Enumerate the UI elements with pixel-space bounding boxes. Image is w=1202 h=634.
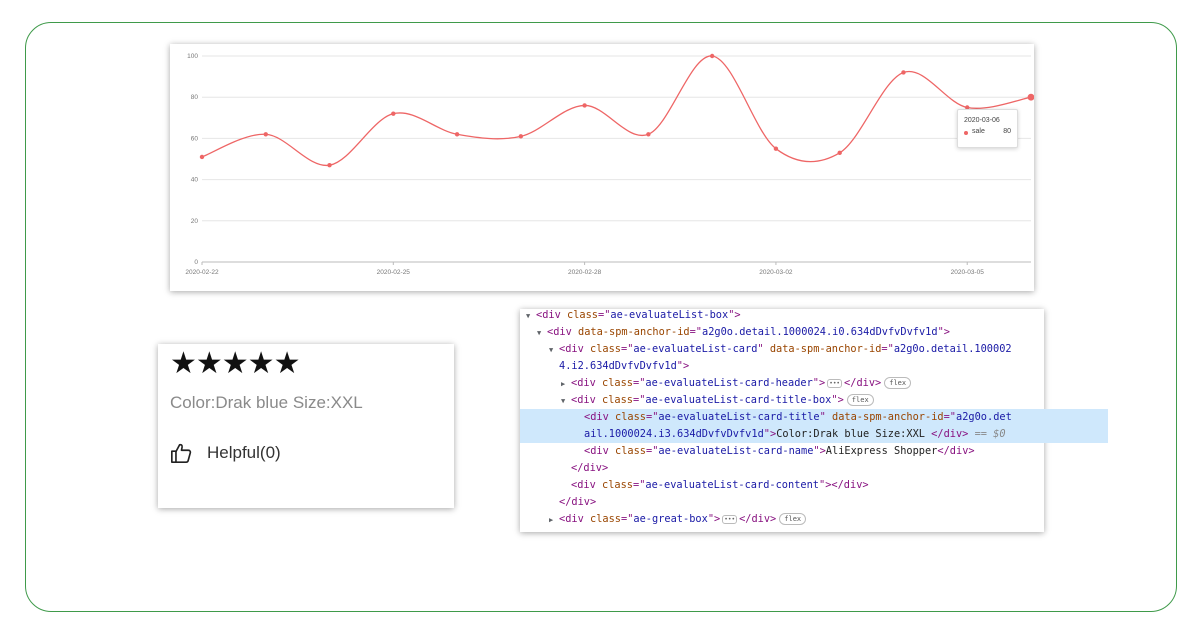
dom-node-close-title-box[interactable]: </div> [520, 460, 1095, 477]
chart-canvas: 0 20 40 60 80 100 2020-02-22 2020-02-25 2020-02-… [185, 53, 1034, 276]
y-tick-label: 60 [191, 135, 199, 142]
chart-tooltip: 2020-03-06 sale 80 [957, 109, 1018, 148]
sale-data-point [199, 154, 205, 160]
dom-node-close-card[interactable]: </div> [520, 494, 1083, 511]
devtools-elements-panel: ▼ <div class="ae-evaluateList-box"> ▼ <div… [520, 309, 1108, 532]
x-tick-label: 2020-02-22 [185, 269, 219, 276]
tooltip-series-dot [964, 131, 968, 135]
review-card: ★★★★★ Color:Drak blue Size:XXL Helpful(0… [158, 344, 454, 508]
dom-node-card-title-selected[interactable]: <div class="ae-evaluateList-card-title" … [520, 409, 1108, 426]
dom-node-card-name[interactable]: <div class="ae-evaluateList-card-name">A… [520, 443, 1108, 460]
y-tick-label: 80 [191, 94, 199, 101]
tooltip-value: 80 [1003, 128, 1011, 135]
sale-data-point [263, 132, 268, 137]
y-tick-label: 20 [191, 218, 199, 225]
collapse-arrow-icon[interactable]: ▼ [537, 325, 547, 342]
sale-data-point [773, 146, 779, 151]
x-tick-label: 2020-03-05 [951, 269, 985, 276]
sale-data-point [391, 111, 396, 116]
expand-arrow-icon[interactable]: ▶ [549, 512, 559, 529]
dom-node-evaluatelist-card-cont: 4.i2.634dDvfvDvfv1d"> [559, 360, 690, 372]
review-sku-info: Color:Drak blue Size:XXL [170, 393, 363, 412]
sales-line-chart: 0 20 40 60 80 100 2020-02-22 2020-02-25 2020-02-… [170, 44, 1034, 291]
dom-node-evaluatelist-box[interactable]: ▼ <div class="ae-evaluateList-box"> [520, 307, 1050, 325]
flex-badge[interactable]: flex [779, 513, 807, 525]
x-tick-label: 2020-02-25 [377, 269, 411, 276]
dom-node-card-header[interactable]: ▶ <div class="ae-evaluateList-card-header… [520, 375, 1085, 393]
ellipsis-icon[interactable]: ••• [722, 514, 738, 524]
sale-data-point [837, 150, 842, 156]
dom-node-card-title-selected-cont[interactable]: ail.1000024.i3.634dDvfvDvfv1d">Color:Dra… [520, 426, 1108, 443]
x-tick-label: 2020-03-02 [759, 269, 793, 276]
dom-node-card-content[interactable]: <div class="ae-evaluateList-card-content… [520, 477, 1095, 494]
sale-data-point [646, 132, 651, 137]
y-tick-label: 40 [191, 177, 199, 184]
flex-badge[interactable]: flex [884, 377, 912, 389]
ellipsis-icon[interactable]: ••• [827, 378, 843, 388]
collapse-arrow-icon[interactable]: ▼ [561, 393, 571, 410]
sale-data-point [709, 53, 715, 59]
collapse-arrow-icon[interactable]: ▼ [526, 308, 536, 325]
sale-data-point [582, 103, 587, 108]
flex-badge[interactable]: flex [846, 394, 874, 406]
tooltip-series-name: sale [972, 128, 985, 135]
sale-data-point [454, 132, 460, 137]
dom-node-anchor-div[interactable]: ▼ <div data-spm-anchor-id="a2g0o.detail.1… [520, 324, 1061, 342]
sale-data-point [327, 162, 332, 168]
thumbs-up-icon [171, 443, 192, 463]
selected-node-marker: == $0 [974, 428, 1006, 440]
dom-node-evaluatelist-card[interactable]: ▼ <div class="ae-evaluateList-card" data-… [520, 341, 1073, 359]
y-tick-label: 0 [194, 259, 198, 266]
sale-series-line [201, 55, 1032, 166]
sale-data-point [518, 134, 524, 139]
sale-data-point [1027, 93, 1034, 101]
dom-node-card-title-box[interactable]: ▼ <div class="ae-evaluateList-card-title-… [520, 392, 1085, 410]
dom-node-great-box[interactable]: ▶ <div class="ae-great-box"> ••• </div> flex [520, 511, 1073, 529]
x-tick-label: 2020-02-28 [568, 269, 602, 276]
sale-data-point [901, 70, 906, 75]
y-tick-label: 100 [187, 53, 198, 60]
helpful-button[interactable]: Helpful(0) [170, 442, 281, 464]
collapse-arrow-icon[interactable]: ▼ [549, 342, 559, 359]
rating-stars: ★★★★★ [170, 346, 300, 381]
tooltip-date: 2020-03-06 [964, 117, 1000, 124]
helpful-label: Helpful(0) [207, 443, 281, 462]
expand-arrow-icon[interactable]: ▶ [561, 376, 571, 393]
